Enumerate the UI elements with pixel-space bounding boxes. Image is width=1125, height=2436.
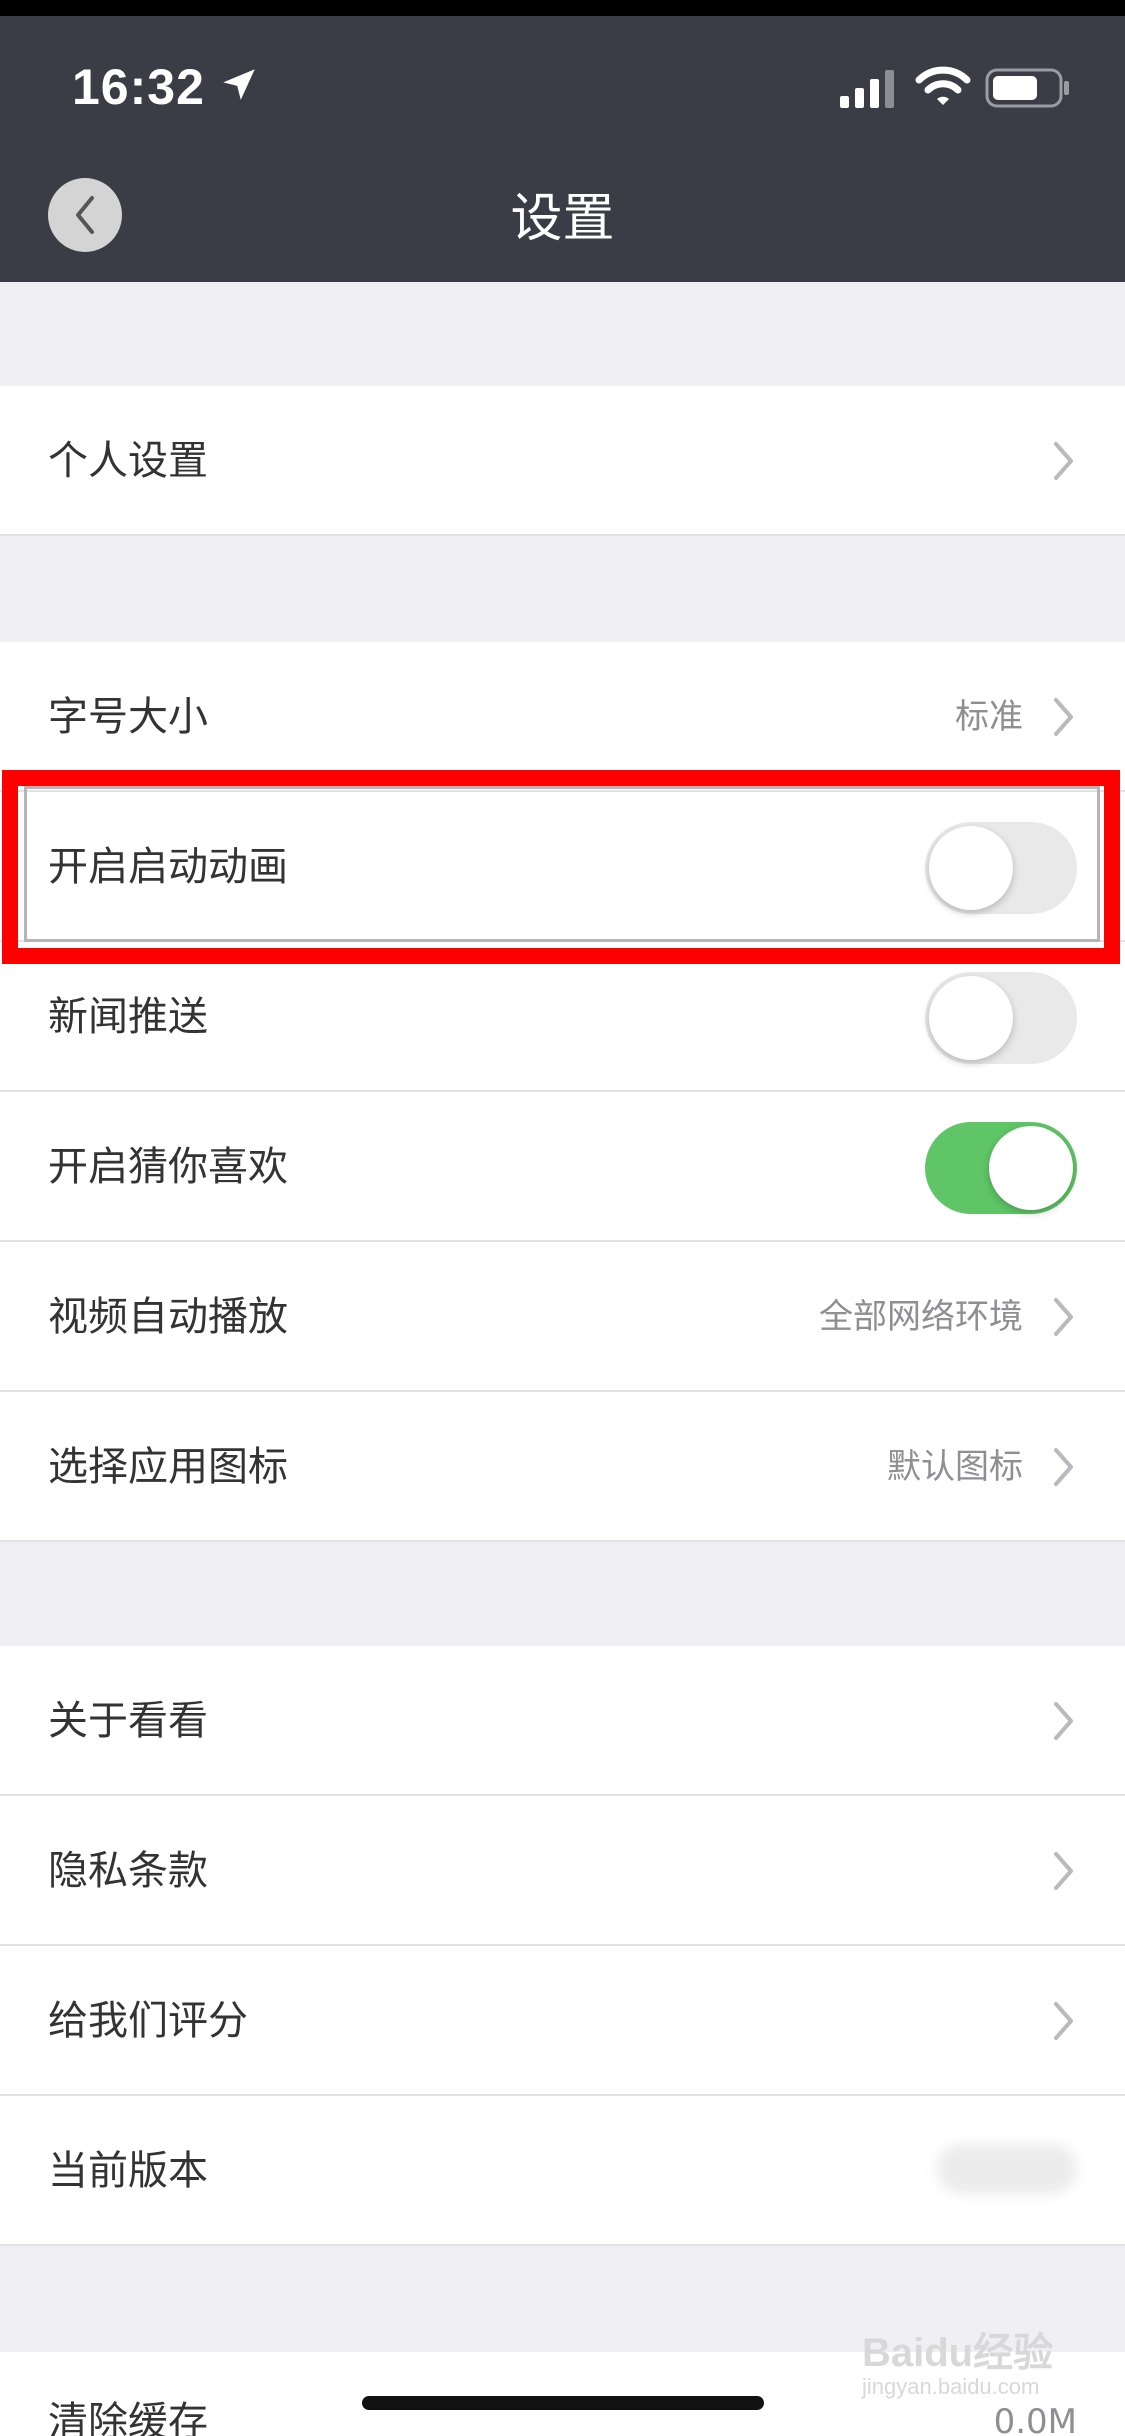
row-label: 给我们评分 bbox=[48, 1998, 248, 2044]
location-arrow-icon bbox=[223, 69, 255, 100]
row-label: 当前版本 bbox=[48, 2148, 208, 2194]
guess-you-like-toggle[interactable] bbox=[925, 1122, 1077, 1214]
row-label: 个人设置 bbox=[48, 438, 208, 484]
row-label: 清除缓存 bbox=[48, 2399, 208, 2436]
battery-icon bbox=[985, 68, 1069, 108]
row-label: 关于看看 bbox=[48, 1698, 208, 1744]
row-label: 隐私条款 bbox=[48, 1848, 208, 1894]
chevron-right-icon bbox=[1054, 1702, 1073, 1740]
top-bar: 16:32 设置 bbox=[0, 0, 1125, 282]
row-label: 选择应用图标 bbox=[48, 1444, 288, 1490]
watermark-logo: Baidu经验 bbox=[862, 2331, 1054, 2375]
row-rate-us[interactable]: 给我们评分 bbox=[0, 1946, 1125, 2096]
cellular-signal-icon bbox=[840, 70, 894, 108]
highlight-inner-frame bbox=[24, 786, 1100, 942]
chevron-right-icon bbox=[1054, 698, 1073, 736]
news-push-toggle[interactable] bbox=[925, 972, 1077, 1064]
status-bar-strip bbox=[0, 0, 1125, 16]
row-app-icon[interactable]: 选择应用图标 默认图标 bbox=[0, 1392, 1125, 1542]
blurred-version-value bbox=[937, 2144, 1077, 2194]
chevron-right-icon bbox=[1054, 2002, 1073, 2040]
toggle-knob bbox=[989, 1126, 1073, 1210]
row-guess-you-like: 开启猜你喜欢 bbox=[0, 1092, 1125, 1242]
row-label: 视频自动播放 bbox=[48, 1294, 288, 1340]
row-value: 默认图标 bbox=[887, 1447, 1023, 1487]
row-current-version: 当前版本 bbox=[0, 2096, 1125, 2246]
chevron-right-icon bbox=[1054, 1852, 1073, 1890]
wifi-icon bbox=[915, 66, 971, 105]
chevron-right-icon bbox=[1054, 1448, 1073, 1486]
row-label: 开启猜你喜欢 bbox=[48, 1144, 288, 1190]
row-news-push: 新闻推送 bbox=[0, 942, 1125, 1092]
status-time: 16:32 bbox=[72, 59, 205, 115]
chevron-right-icon bbox=[1054, 1298, 1073, 1336]
row-privacy[interactable]: 隐私条款 bbox=[0, 1796, 1125, 1946]
watermark-url: jingyan.baidu.com bbox=[862, 2374, 1040, 2399]
row-about[interactable]: 关于看看 bbox=[0, 1646, 1125, 1796]
row-value: 全部网络环境 bbox=[819, 1297, 1023, 1337]
chevron-right-icon bbox=[1054, 442, 1073, 480]
page-title: 设置 bbox=[510, 189, 615, 249]
toggle-knob bbox=[929, 976, 1013, 1060]
row-label: 新闻推送 bbox=[48, 994, 208, 1040]
row-video-autoplay[interactable]: 视频自动播放 全部网络环境 bbox=[0, 1242, 1125, 1392]
row-personal-settings[interactable]: 个人设置 bbox=[0, 386, 1125, 536]
home-indicator bbox=[362, 2396, 764, 2410]
